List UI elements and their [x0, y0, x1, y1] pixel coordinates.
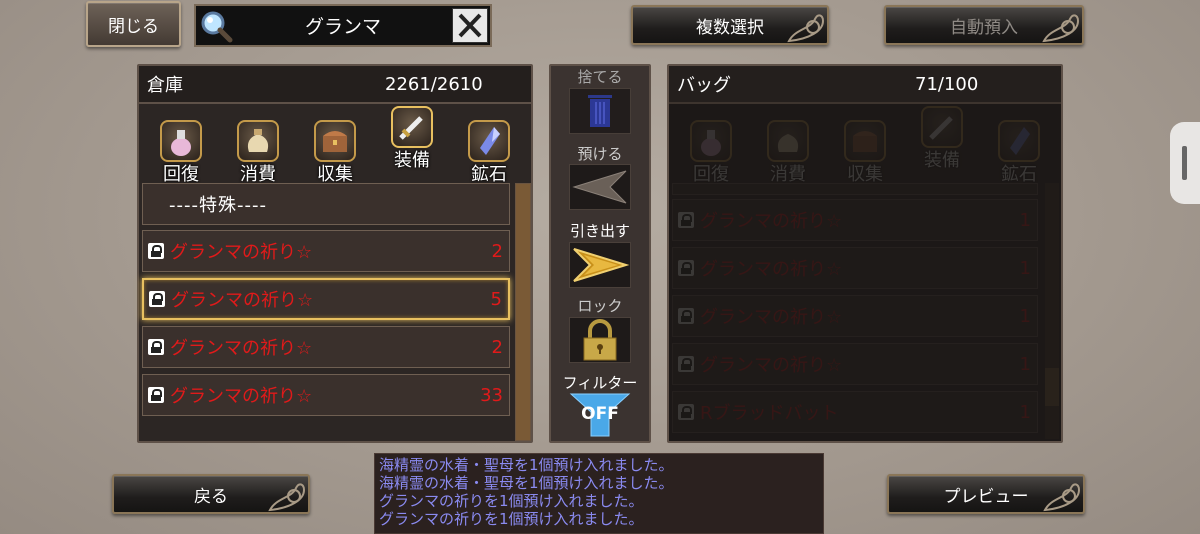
- search-icon[interactable]: [198, 8, 234, 44]
- preview-label: プレビュー: [943, 486, 1029, 507]
- search-input[interactable]: グランマ: [238, 6, 448, 45]
- close-button[interactable]: 閉じる: [86, 1, 181, 47]
- log-line: 海精霊の水着・聖母を1個預け入れました。: [379, 474, 674, 492]
- ornament-icon: [1043, 483, 1081, 512]
- deposit-button[interactable]: [569, 164, 631, 210]
- storage-scrollbar[interactable]: [515, 183, 531, 441]
- storage-tab-recovery[interactable]: 回復: [151, 120, 211, 185]
- potion-icon: [160, 120, 202, 162]
- filter-state: OFF: [581, 404, 619, 424]
- storage-item-row-selected[interactable]: グランマの祈り☆ 5: [142, 278, 510, 320]
- storage-tab-ore[interactable]: 鉱石: [459, 120, 519, 185]
- ornament-icon: [787, 14, 825, 43]
- bag-disabled-overlay: [669, 102, 1061, 441]
- bag-panel: バッグ 71/100 回復 消費 収集 装備 鉱石 グランマの祈り☆ 1 グラン…: [667, 64, 1063, 443]
- close-button-label: 閉じる: [108, 16, 159, 37]
- drawer-grip-icon: [1182, 146, 1187, 180]
- auto-deposit-label: 自動預入: [950, 17, 1018, 38]
- lock-icon: [148, 387, 164, 403]
- crystal-icon: [468, 120, 510, 162]
- deposit-label: 預ける: [577, 145, 623, 163]
- pouch-icon: [237, 120, 279, 162]
- action-column: 捨てる 預ける 引き出す ロック フィルター OFF: [549, 64, 651, 443]
- padlock-icon: [583, 319, 617, 361]
- storage-panel: 倉庫 2261/2610 回復 消費 収集 装備 鉱石 ----特殊---- グ…: [137, 64, 533, 443]
- storage-count: 2261/2610: [385, 73, 483, 95]
- search-input-value: グランマ: [304, 16, 381, 38]
- storage-item-row[interactable]: グランマの祈り☆ 2: [142, 326, 510, 368]
- ornament-icon: [1042, 14, 1080, 43]
- lock-label: ロック: [577, 297, 623, 315]
- item-name: グランマの祈り☆: [170, 242, 313, 263]
- arrow-right-icon: [573, 248, 630, 282]
- filter-label: フィルター: [562, 374, 638, 392]
- discard-button[interactable]: [569, 88, 631, 134]
- log-line: 海精霊の水着・聖母を1個預け入れました。: [379, 456, 674, 474]
- preview-button[interactable]: プレビュー: [887, 474, 1085, 514]
- multi-select-label: 複数選択: [696, 17, 764, 38]
- search-bar: グランマ: [194, 4, 492, 47]
- storage-tab-collect[interactable]: 収集: [305, 120, 365, 185]
- lock-icon: [149, 291, 165, 307]
- side-drawer-handle[interactable]: [1170, 122, 1200, 204]
- storage-item-row[interactable]: グランマの祈り☆ 2: [142, 230, 510, 272]
- item-name: グランマの祈り☆: [170, 338, 313, 359]
- bag-count: 71/100: [915, 73, 979, 95]
- section-label: ----特殊----: [169, 195, 267, 216]
- bag-title: バッグ: [677, 75, 731, 96]
- auto-deposit-button[interactable]: 自動預入: [884, 5, 1084, 45]
- withdraw-label: 引き出す: [569, 222, 630, 240]
- filter-button[interactable]: OFF: [569, 392, 631, 438]
- arrow-left-icon: [572, 170, 627, 204]
- item-qty: 33: [480, 384, 503, 406]
- item-qty: 5: [490, 288, 502, 310]
- log-line: グランマの祈りを1個預け入れました。: [379, 492, 644, 510]
- back-button[interactable]: 戻る: [112, 474, 310, 514]
- back-label: 戻る: [194, 486, 228, 507]
- trash-icon: [588, 95, 612, 127]
- item-qty: 2: [491, 240, 503, 262]
- storage-header: 倉庫 2261/2610: [139, 66, 531, 104]
- storage-item-row[interactable]: グランマの祈り☆ 33: [142, 374, 510, 416]
- storage-tab-consumable[interactable]: 消費: [228, 120, 288, 185]
- storage-scroll-thumb[interactable]: [516, 184, 530, 440]
- item-name: グランマの祈り☆: [170, 386, 313, 407]
- message-log: 海精霊の水着・聖母を1個預け入れました。 海精霊の水着・聖母を1個預け入れました…: [374, 453, 824, 534]
- lock-button[interactable]: [569, 317, 631, 363]
- item-qty: 2: [491, 336, 503, 358]
- lock-icon: [148, 243, 164, 259]
- item-name: グランマの祈り☆: [171, 290, 314, 311]
- section-header-special: ----特殊----: [142, 183, 510, 225]
- chest-icon: [314, 120, 356, 162]
- bag-header: バッグ 71/100: [669, 66, 1061, 104]
- withdraw-button[interactable]: [569, 242, 631, 288]
- lock-icon: [148, 339, 164, 355]
- log-line: グランマの祈りを1個預け入れました。: [379, 510, 644, 528]
- discard-label: 捨てる: [577, 68, 623, 86]
- storage-title: 倉庫: [147, 75, 183, 96]
- clear-search-icon[interactable]: [452, 8, 488, 43]
- multi-select-button[interactable]: 複数選択: [631, 5, 829, 45]
- storage-tab-equipment[interactable]: 装備: [382, 106, 442, 171]
- ornament-icon: [268, 483, 306, 512]
- storage-tab-label: 装備: [394, 150, 430, 171]
- sword-icon: [391, 106, 433, 148]
